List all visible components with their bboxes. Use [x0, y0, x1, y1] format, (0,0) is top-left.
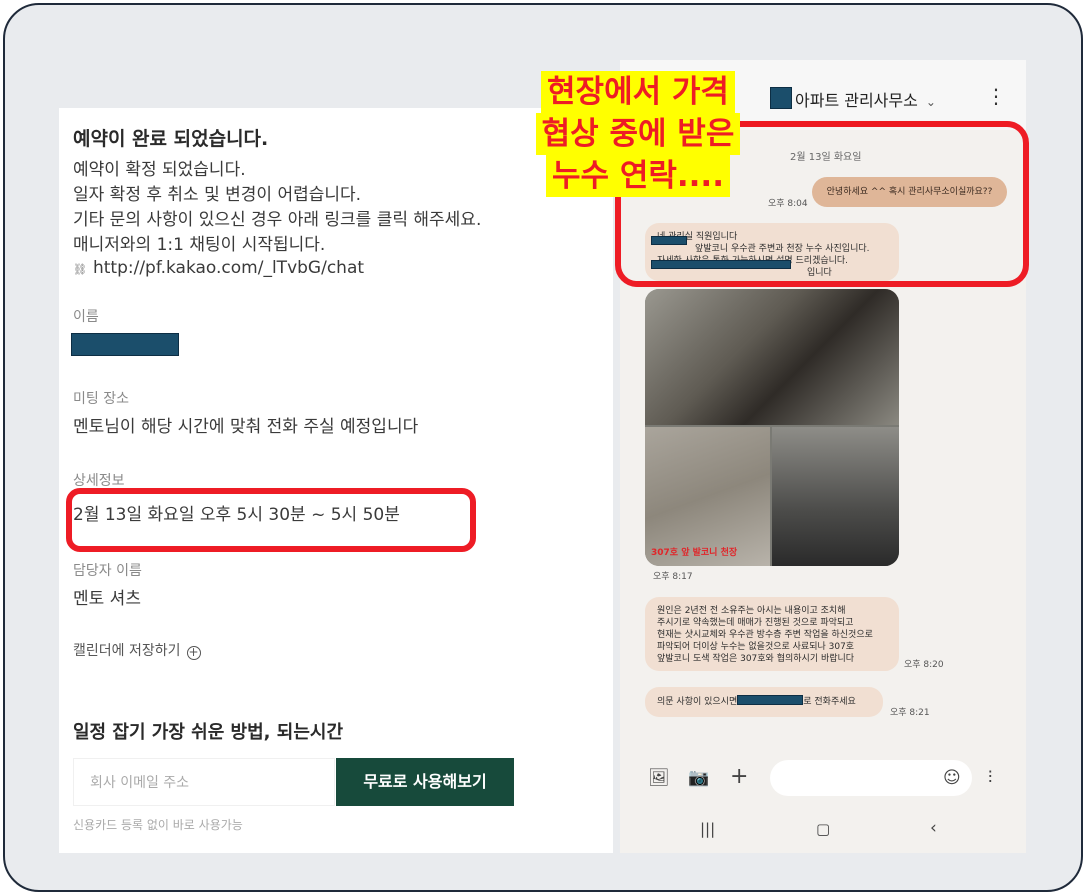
- kakao-chat-link-text[interactable]: http://pf.kakao.com/_lTvbG/chat: [93, 258, 364, 278]
- ceiling-photo: [645, 289, 899, 425]
- back-icon[interactable]: ‹: [930, 818, 937, 838]
- meeting-place-value: 멘토님이 해당 시간에 맞춰 전화 주실 예정입니다: [73, 417, 419, 437]
- free-trial-button[interactable]: 무료로 사용해보기: [336, 758, 514, 806]
- detail-label: 상세정보: [73, 473, 125, 489]
- email-field[interactable]: 회사 이메일 주소: [73, 758, 335, 806]
- reply-line: 주시기로 약속했는데 매매가 진행된 것으로 파악되고: [657, 618, 854, 628]
- reply-line: 원인은 2년전 전 소유주는 아시는 내용이고 조치해: [657, 606, 846, 616]
- photo-time: 오후 8:17: [653, 572, 693, 582]
- reply-bubble: 원인은 2년전 전 소유주는 아시는 내용이고 조치해 주시기로 약속했는데 매…: [645, 597, 899, 671]
- chevron-down-icon: ⌄: [925, 95, 936, 109]
- reply-bubble: 의문 사항이 있으시면 로 전화주세요: [645, 687, 883, 717]
- more-options-icon[interactable]: ⋮: [986, 84, 1006, 108]
- plus-circle-icon: +: [186, 645, 201, 660]
- reply-text-start: 의문 사항이 있으시면: [657, 697, 738, 707]
- redacted-name: [71, 333, 179, 356]
- manager-label: 담당자 이름: [73, 563, 142, 579]
- wall-photo: [772, 427, 899, 566]
- reservation-title: 예약이 완료 되었습니다.: [73, 128, 269, 150]
- annotation-text: 현장에서 가격 협상 중에 받은 누수 연락....: [507, 71, 769, 197]
- annotation-line: 현장에서 가격: [541, 71, 735, 113]
- home-icon[interactable]: ▢: [816, 820, 830, 838]
- message-time: 오후 8:21: [890, 708, 930, 718]
- promo-title: 일정 잡기 가장 쉬운 방법, 되는시간: [73, 722, 344, 743]
- emoji-icon[interactable]: ☺: [943, 768, 961, 788]
- message-line: 매니저와의 1:1 채팅이 시작됩니다.: [73, 235, 326, 255]
- message-line: 기타 문의 사항이 있으신 경우 아래 링크를 클릭 해주세요.: [73, 210, 482, 230]
- save-to-calendar-label: 캘린더에 저장하기: [73, 643, 181, 659]
- screenshot-frame: 예약이 완료 되었습니다. 예약이 확정 되었습니다. 일자 확정 후 취소 및…: [3, 3, 1083, 892]
- name-label: 이름: [73, 309, 99, 325]
- redacted-apartment-name: [770, 87, 792, 109]
- reply-line: 파악되어 더이상 누수는 없을것으로 사료되나 307호: [657, 642, 855, 652]
- save-to-calendar-button[interactable]: 캘린더에 저장하기 +: [73, 640, 201, 660]
- chat-title[interactable]: 아파트 관리사무소 ⌄: [795, 87, 936, 111]
- meeting-place-label: 미팅 장소: [73, 391, 129, 407]
- photo-caption: 307호 앞 발코니 천장: [651, 548, 738, 558]
- reply-line: 앞발코니 도색 작업은 307호와 협의하시기 바랍니다: [657, 654, 855, 664]
- plus-icon[interactable]: +: [730, 764, 748, 789]
- kakao-chat-link[interactable]: ⛓ http://pf.kakao.com/_lTvbG/chat: [73, 258, 364, 278]
- highlight-oval-appointment: [66, 488, 476, 552]
- camera-icon[interactable]: 📷: [688, 768, 709, 788]
- chat-title-text: 아파트 관리사무소: [795, 91, 918, 110]
- reply-text-end: 로 전화주세요: [803, 697, 856, 707]
- annotation-line: 협상 중에 받은: [535, 113, 741, 155]
- image-icon[interactable]: 🖼: [648, 768, 670, 788]
- voice-wave-icon[interactable]: ⫶: [988, 768, 992, 788]
- reservation-message: 예약이 확정 되었습니다. 일자 확정 후 취소 및 변경이 어렵습니다. 기타…: [73, 158, 481, 258]
- leak-photo[interactable]: 307호 앞 발코니 천장: [645, 289, 899, 566]
- chain-link-icon: ⛓: [73, 263, 87, 276]
- message-line: 예약이 확정 되었습니다.: [73, 160, 246, 180]
- message-line: 일자 확정 후 취소 및 변경이 어렵습니다.: [73, 185, 362, 205]
- reply-line: 현재는 샷시교체와 우수관 방수층 주변 작업을 하신것으로: [657, 630, 873, 640]
- message-time: 오후 8:20: [904, 660, 944, 670]
- promo-note: 신용카드 등록 없이 바로 사용가능: [73, 818, 243, 832]
- reservation-panel: 예약이 완료 되었습니다. 예약이 확정 되었습니다. 일자 확정 후 취소 및…: [59, 108, 613, 853]
- annotation-line: 누수 연락....: [546, 155, 730, 197]
- redacted-phone: [737, 695, 804, 705]
- manager-value: 멘토 셔츠: [73, 589, 141, 609]
- message-input[interactable]: [770, 760, 972, 796]
- recent-apps-icon[interactable]: |||: [700, 820, 715, 838]
